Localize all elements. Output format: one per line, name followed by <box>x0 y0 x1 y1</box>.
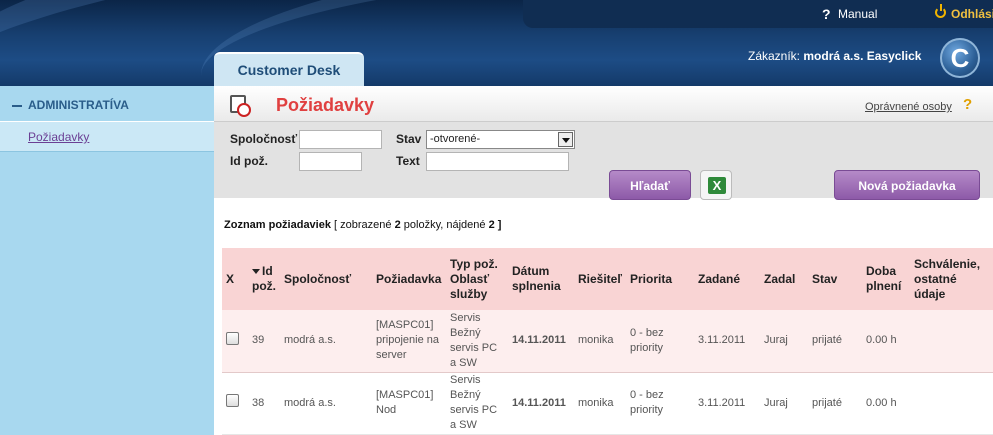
col-type[interactable]: Typ pož. Oblasť služby <box>446 248 508 310</box>
table-header-row: X Id pož. Spoločnosť Požiadavka Typ pož.… <box>222 248 993 310</box>
row-select[interactable] <box>222 372 248 435</box>
cell-approval <box>910 310 993 373</box>
col-id[interactable]: Id pož. <box>248 248 280 310</box>
cell-solver: monika <box>574 372 626 435</box>
row-checkbox[interactable] <box>226 331 239 345</box>
sidebar-section-label: ADMINISTRATÍVA <box>28 98 129 112</box>
list-title: Zoznam požiadaviek <box>224 219 331 231</box>
row-select[interactable] <box>222 310 248 373</box>
filter-panel: Spoločnosť Id pož. Stav -otvorené- Text … <box>214 122 993 200</box>
cell-author: Juraj <box>760 310 808 373</box>
summary-open: [ zobrazené <box>334 219 392 231</box>
cell-type: Servis Bežný servis PC a SW <box>446 310 508 373</box>
cell-id: 38 <box>248 372 280 435</box>
sidebar-section-administration[interactable]: ADMINISTRATÍVA <box>0 86 214 122</box>
col-company[interactable]: Spoločnosť <box>280 248 372 310</box>
col-due-date[interactable]: Dátum splnenia <box>508 248 574 310</box>
chevron-down-icon[interactable] <box>558 132 573 147</box>
authorized-persons-link[interactable]: Oprávnené osoby <box>865 101 952 113</box>
state-select-value: -otvorené- <box>430 133 481 145</box>
cell-type: Servis Bežný servis PC a SW <box>446 372 508 435</box>
excel-icon: X <box>708 177 726 194</box>
col-request[interactable]: Požiadavka <box>372 248 446 310</box>
cell-id: 39 <box>248 310 280 373</box>
cell-duration: 0.00 h <box>862 310 910 373</box>
sort-desc-icon <box>252 269 260 275</box>
page-title: Požiadavky <box>276 95 375 115</box>
cell-company: modrá a.s. <box>280 310 372 373</box>
customer-name: modrá a.s. Easyclick <box>803 49 922 63</box>
col-approval[interactable]: Schválenie, ostatné údaje <box>910 248 993 310</box>
cell-created: 3.11.2011 <box>694 310 760 373</box>
app-header: ? Manual Odhlásiť Zákazník: modrá a.s. E… <box>0 0 993 86</box>
col-solver[interactable]: Riešiteľ <box>574 248 626 310</box>
col-priority[interactable]: Priorita <box>626 248 694 310</box>
table-row[interactable]: 38 modrá a.s. [MASPC01] Nod Servis Bežný… <box>222 372 993 435</box>
row-checkbox[interactable] <box>226 394 239 407</box>
main-content: Požiadavky Oprávnené osoby ? Spoločnosť … <box>214 86 993 435</box>
sidebar: ADMINISTRATÍVA Požiadavky <box>0 86 214 435</box>
found-count: 2 <box>488 219 495 231</box>
col-state[interactable]: Stav <box>808 248 862 310</box>
cell-priority: 0 - bez priority <box>626 372 694 435</box>
cell-company: modrá a.s. <box>280 372 372 435</box>
table-row[interactable]: 39 modrá a.s. [MASPC01] pripojenie na se… <box>222 310 993 373</box>
id-label: Id pož. <box>230 154 268 168</box>
summary-mid: položky, nájdené <box>403 219 486 231</box>
text-label: Text <box>396 154 420 168</box>
state-label: Stav <box>396 132 422 146</box>
power-icon[interactable] <box>935 4 946 18</box>
cell-due-date: 14.11.2011 <box>508 372 574 435</box>
cell-due-date: 14.11.2011 <box>508 310 574 373</box>
app-logo: C <box>940 38 980 78</box>
cell-state: prijaté <box>808 310 862 373</box>
company-label: Spoločnosť <box>230 132 298 146</box>
cell-solver: monika <box>574 310 626 373</box>
cell-request[interactable]: [MASPC01] pripojenie na server <box>372 310 446 373</box>
col-select: X <box>222 248 248 310</box>
help-icon[interactable]: ? <box>822 6 831 22</box>
logout-link[interactable]: Odhlásiť <box>951 7 993 21</box>
col-duration[interactable]: Doba plnení <box>862 248 910 310</box>
requests-table: X Id pož. Spoločnosť Požiadavka Typ pož.… <box>222 248 993 435</box>
summary-close: ] <box>497 219 502 231</box>
cell-created: 3.11.2011 <box>694 372 760 435</box>
text-input[interactable] <box>426 152 569 171</box>
search-button[interactable]: Hľadať <box>609 170 691 200</box>
collapse-icon <box>12 104 22 107</box>
customer-prefix: Zákazník: <box>748 49 801 63</box>
customer-info: Zákazník: modrá a.s. Easyclick <box>748 49 921 63</box>
cell-priority: 0 - bez priority <box>626 310 694 373</box>
cell-request[interactable]: [MASPC01] Nod <box>372 372 446 435</box>
top-bar: ? Manual Odhlásiť <box>523 0 993 28</box>
sidebar-item-requests: Požiadavky <box>0 122 214 152</box>
page-title-bar: Požiadavky Oprávnené osoby ? <box>214 86 993 122</box>
help-icon[interactable]: ? <box>963 96 972 113</box>
tab-customer-desk[interactable]: Customer Desk <box>214 52 364 86</box>
cell-approval <box>910 372 993 435</box>
list-summary: Zoznam požiadaviek [ zobrazené 2 položky… <box>224 219 501 231</box>
cell-author: Juraj <box>760 372 808 435</box>
cell-duration: 0.00 h <box>862 372 910 435</box>
id-input[interactable] <box>299 152 362 171</box>
col-created[interactable]: Zadané <box>694 248 760 310</box>
state-select[interactable]: -otvorené- <box>426 130 575 149</box>
col-author[interactable]: Zadal <box>760 248 808 310</box>
shown-count: 2 <box>394 219 401 231</box>
excel-export-button[interactable]: X <box>700 170 732 200</box>
new-request-button[interactable]: Nová požiadavka <box>834 170 980 200</box>
request-clock-icon <box>230 95 251 117</box>
cell-state: prijaté <box>808 372 862 435</box>
sidebar-item-requests-link[interactable]: Požiadavky <box>28 130 89 144</box>
company-input[interactable] <box>299 130 382 149</box>
manual-link[interactable]: Manual <box>838 7 877 21</box>
